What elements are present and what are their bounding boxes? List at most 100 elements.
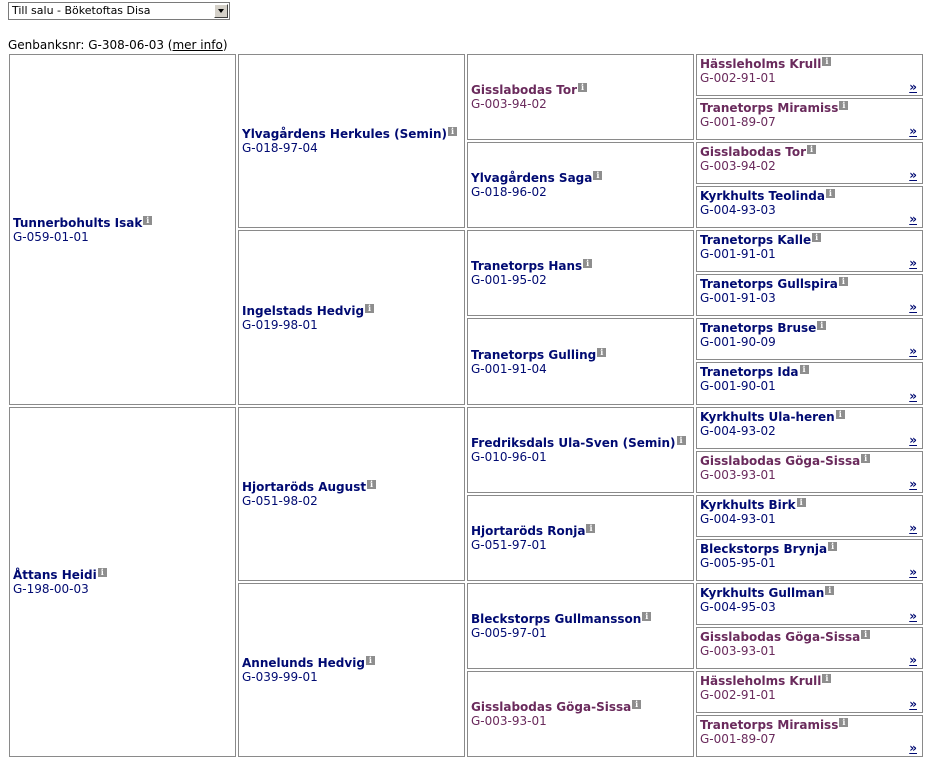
- info-icon[interactable]: i: [825, 586, 835, 595]
- animal-name-link[interactable]: Tranetorps Kalle: [700, 233, 811, 247]
- info-icon[interactable]: i: [812, 233, 822, 242]
- animal-name: Hässleholms Krull i: [700, 674, 919, 688]
- expand-ancestors-link[interactable]: »: [909, 124, 917, 138]
- expand-ancestors-link[interactable]: »: [909, 653, 917, 667]
- animal-name-link[interactable]: Tunnerbohults Isak: [13, 216, 142, 230]
- animal-name: Tranetorps Bruse i: [700, 321, 919, 335]
- animal-select[interactable]: Till salu - Böketoftas Disa: [8, 2, 230, 20]
- animal-name: Tranetorps Miramiss i: [700, 101, 919, 115]
- info-icon[interactable]: i: [799, 365, 809, 374]
- expand-ancestors-link[interactable]: »: [909, 389, 917, 403]
- info-icon[interactable]: i: [586, 524, 596, 533]
- animal-name-link[interactable]: Gisslabodas Göga-Sissa: [700, 454, 860, 468]
- registration-number: G-003-93-01: [700, 644, 776, 658]
- animal-name-link[interactable]: Gisslabodas Göga-Sissa: [700, 630, 860, 644]
- animal-name: Tranetorps Kalle i: [700, 233, 919, 247]
- animal-name-link[interactable]: Hjortaröds Ronja: [471, 524, 585, 538]
- animal-name-link[interactable]: Tranetorps Gulling: [471, 348, 596, 362]
- info-icon[interactable]: i: [822, 674, 832, 683]
- info-icon[interactable]: i: [828, 542, 838, 551]
- animal-name: Tranetorps Hans i: [471, 259, 690, 273]
- expand-ancestors-link[interactable]: »: [909, 609, 917, 623]
- info-icon[interactable]: i: [861, 630, 871, 639]
- animal-name-link[interactable]: Kyrkhults Gullman: [700, 586, 824, 600]
- info-icon[interactable]: i: [838, 277, 848, 286]
- info-icon[interactable]: i: [583, 259, 593, 268]
- info-icon[interactable]: i: [367, 480, 377, 489]
- animal-name-link[interactable]: Fredriksdals Ula-Sven (Semin): [471, 436, 676, 450]
- more-info-link[interactable]: mer info: [172, 38, 222, 52]
- animal-name-link[interactable]: Åttans Heidi: [13, 568, 97, 582]
- info-icon[interactable]: i: [861, 454, 871, 463]
- info-icon[interactable]: i: [835, 410, 845, 419]
- info-icon[interactable]: i: [632, 700, 642, 709]
- animal-name: Ylvagårdens Herkules (Semin) i: [242, 127, 461, 141]
- animal-name-link[interactable]: Tranetorps Hans: [471, 259, 582, 273]
- info-icon[interactable]: i: [807, 145, 817, 154]
- info-icon[interactable]: i: [143, 215, 153, 225]
- pedigree-cell-gen4: Kyrkhults Teolinda i G-004-93-03 »: [696, 186, 923, 228]
- info-icon[interactable]: i: [578, 83, 588, 92]
- pedigree-cell-gen4: Hässleholms Krull i G-002-91-01»: [696, 671, 923, 713]
- info-icon[interactable]: i: [593, 171, 603, 180]
- expand-ancestors-link[interactable]: »: [909, 565, 917, 579]
- animal-name-link[interactable]: Kyrkhults Ula-heren: [700, 410, 835, 424]
- info-icon[interactable]: i: [97, 568, 107, 577]
- animal-name-link[interactable]: Annelunds Hedvig: [242, 656, 365, 670]
- registration-number: G-004-93-03: [700, 203, 776, 217]
- animal-name-link[interactable]: Hässleholms Krull: [700, 57, 821, 71]
- expand-ancestors-link[interactable]: »: [909, 521, 917, 535]
- animal-name-link[interactable]: Hjortaröds August: [242, 480, 366, 494]
- info-icon[interactable]: i: [597, 347, 607, 357]
- registration-number: G-004-93-01: [700, 512, 776, 526]
- expand-ancestors-link[interactable]: »: [909, 697, 917, 711]
- info-icon[interactable]: i: [825, 189, 835, 198]
- animal-name: Tranetorps Ida i: [700, 365, 919, 379]
- expand-ancestors-link[interactable]: »: [909, 477, 917, 491]
- animal-name-link[interactable]: Ingelstads Hedvig: [242, 304, 364, 318]
- animal-name-link[interactable]: Ylvagårdens Saga: [471, 171, 592, 185]
- info-icon[interactable]: i: [676, 436, 686, 445]
- expand-ancestors-link[interactable]: »: [909, 433, 917, 447]
- expand-ancestors-link[interactable]: »: [909, 344, 917, 358]
- expand-ancestors-link[interactable]: »: [909, 80, 917, 94]
- expand-ancestors-link[interactable]: »: [909, 256, 917, 270]
- expand-ancestors-link[interactable]: »: [909, 741, 917, 755]
- info-icon[interactable]: i: [642, 612, 652, 621]
- info-icon[interactable]: i: [365, 656, 375, 665]
- expand-ancestors-link[interactable]: »: [909, 212, 917, 226]
- registration-number: G-051-97-01: [471, 538, 547, 552]
- animal-name-link[interactable]: Kyrkhults Teolinda: [700, 189, 825, 203]
- animal-name-link[interactable]: Tranetorps Gullspira: [700, 277, 838, 291]
- info-icon[interactable]: i: [839, 101, 849, 110]
- animal-name-link[interactable]: Hässleholms Krull: [700, 674, 821, 688]
- animal-name-link[interactable]: Ylvagårdens Herkules (Semin): [242, 127, 447, 141]
- animal-name: Tunnerbohults Isak i: [13, 215, 232, 230]
- animal-name-link[interactable]: Tranetorps Ida: [700, 365, 799, 379]
- animal-name: Gisslabodas Göga-Sissa i: [471, 700, 690, 714]
- chevron-down-icon[interactable]: [214, 4, 228, 18]
- animal-name-link[interactable]: Bleckstorps Gullmansson: [471, 612, 641, 626]
- animal-name-link[interactable]: Gisslabodas Tor: [700, 145, 806, 159]
- animal-name: Hässleholms Krull i: [700, 57, 919, 71]
- info-icon[interactable]: i: [822, 57, 832, 66]
- animal-name: Gisslabodas Tor i: [471, 83, 690, 97]
- registration-number: G-004-95-03: [700, 600, 776, 614]
- animal-name-link[interactable]: Gisslabodas Göga-Sissa: [471, 700, 631, 714]
- animal-name: Bleckstorps Gullmansson i: [471, 612, 690, 626]
- info-icon[interactable]: i: [796, 498, 806, 507]
- expand-ancestors-link[interactable]: »: [909, 168, 917, 182]
- animal-name-link[interactable]: Tranetorps Miramiss: [700, 718, 838, 732]
- info-icon[interactable]: i: [817, 321, 827, 330]
- info-icon[interactable]: i: [365, 303, 375, 313]
- registration-number: G-003-93-01: [471, 714, 547, 728]
- animal-name-link[interactable]: Gisslabodas Tor: [471, 83, 577, 97]
- registration-number: G-198-00-03: [13, 582, 89, 596]
- info-icon[interactable]: i: [448, 127, 458, 136]
- info-icon[interactable]: i: [839, 718, 849, 727]
- expand-ancestors-link[interactable]: »: [909, 300, 917, 314]
- animal-name-link[interactable]: Tranetorps Bruse: [700, 321, 816, 335]
- animal-name-link[interactable]: Kyrkhults Birk: [700, 498, 796, 512]
- animal-name-link[interactable]: Tranetorps Miramiss: [700, 101, 838, 115]
- animal-name-link[interactable]: Bleckstorps Brynja: [700, 542, 827, 556]
